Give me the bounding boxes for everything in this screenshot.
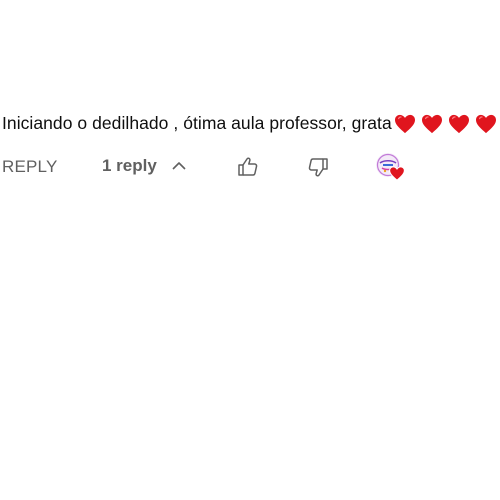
comment-text: Iniciando o dedilhado , ótima aula profe… bbox=[2, 113, 392, 133]
comment-body: Iniciando o dedilhado , ótima aula profe… bbox=[2, 113, 500, 134]
heart-icon bbox=[421, 114, 442, 133]
thumb-down-icon[interactable] bbox=[306, 155, 330, 179]
heart-icon bbox=[475, 114, 496, 133]
reply-button[interactable]: REPLY bbox=[2, 157, 58, 177]
thumb-up-icon[interactable] bbox=[236, 155, 260, 179]
creator-heart-icon bbox=[389, 166, 405, 181]
heart-emoji-group bbox=[394, 114, 500, 134]
creator-heart-badge bbox=[376, 153, 408, 185]
heart-icon bbox=[394, 114, 415, 133]
replies-toggle-button[interactable]: 1 reply bbox=[102, 156, 187, 176]
chevron-up-icon bbox=[172, 162, 186, 170]
replies-count-label: 1 reply bbox=[102, 156, 157, 175]
heart-icon bbox=[448, 114, 469, 133]
comment-page: Iniciando o dedilhado , ótima aula profe… bbox=[0, 0, 500, 500]
comment-action-bar: REPLY 1 reply bbox=[0, 150, 500, 186]
